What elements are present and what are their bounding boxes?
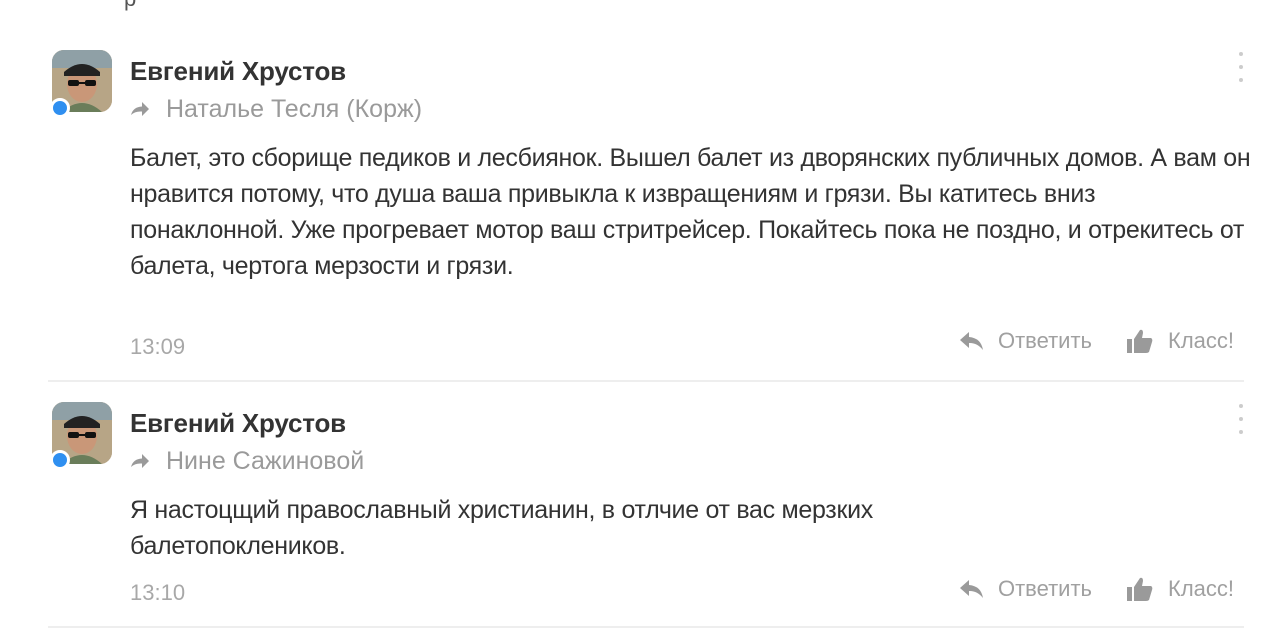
comment-time: 13:09 bbox=[130, 334, 186, 359]
menu-dot bbox=[1239, 65, 1243, 69]
comment-item: Евгений Хрустов Нине Сажиновой Я настоцщ… bbox=[48, 396, 1248, 628]
thumbs-up-icon bbox=[1127, 577, 1153, 601]
reply-target-name: Нине Сажиновой bbox=[166, 446, 365, 475]
reply-icon bbox=[959, 332, 983, 350]
comment-item: Евгений Хрустов Наталье Тесля (Корж) Бал… bbox=[48, 44, 1251, 382]
divider bbox=[48, 626, 1244, 628]
comment-menu-button[interactable] bbox=[1236, 52, 1246, 82]
reply-target-name: Наталье Тесля (Корж) bbox=[166, 94, 423, 123]
like-button[interactable]: Класс! bbox=[1126, 576, 1234, 602]
reply-arrow-icon bbox=[131, 454, 149, 468]
reply-label: Ответить bbox=[997, 328, 1092, 353]
online-indicator bbox=[50, 450, 70, 470]
menu-dot bbox=[1239, 417, 1243, 421]
vertical-dots-icon bbox=[1239, 404, 1243, 408]
reply-button[interactable]: Ответить bbox=[958, 576, 1092, 602]
reply-label: Ответить bbox=[997, 576, 1092, 601]
thumbs-up-icon bbox=[1127, 329, 1153, 353]
comment-actions: Ответить Класс! bbox=[924, 576, 1234, 602]
like-button[interactable]: Класс! bbox=[1126, 328, 1234, 354]
like-label: Класс! bbox=[1168, 328, 1234, 353]
header-partial-text: р bbox=[124, 0, 136, 12]
reply-target[interactable]: Нине Сажиновой bbox=[130, 446, 364, 476]
like-label: Класс! bbox=[1168, 576, 1234, 601]
reply-icon bbox=[959, 580, 983, 598]
comment-menu-button[interactable] bbox=[1236, 404, 1246, 434]
reply-arrow-icon bbox=[131, 102, 149, 116]
vertical-dots-icon bbox=[1239, 52, 1243, 56]
comment-actions: Ответить Класс! bbox=[924, 328, 1234, 354]
comment-text: Я настоцщий православный христианин, в о… bbox=[130, 496, 873, 560]
comment-time: 13:10 bbox=[130, 580, 186, 605]
author-name[interactable]: Евгений Хрустов bbox=[130, 408, 346, 439]
reply-target[interactable]: Наталье Тесля (Корж) bbox=[130, 94, 422, 124]
reply-button[interactable]: Ответить bbox=[958, 328, 1092, 354]
online-indicator bbox=[50, 98, 70, 118]
menu-dot bbox=[1239, 78, 1243, 82]
divider bbox=[48, 380, 1244, 382]
comment-text: Балет, это сборище педиков и лесбиянок. … bbox=[130, 144, 1251, 280]
author-name[interactable]: Евгений Хрустов bbox=[130, 56, 346, 87]
menu-dot bbox=[1239, 430, 1243, 434]
